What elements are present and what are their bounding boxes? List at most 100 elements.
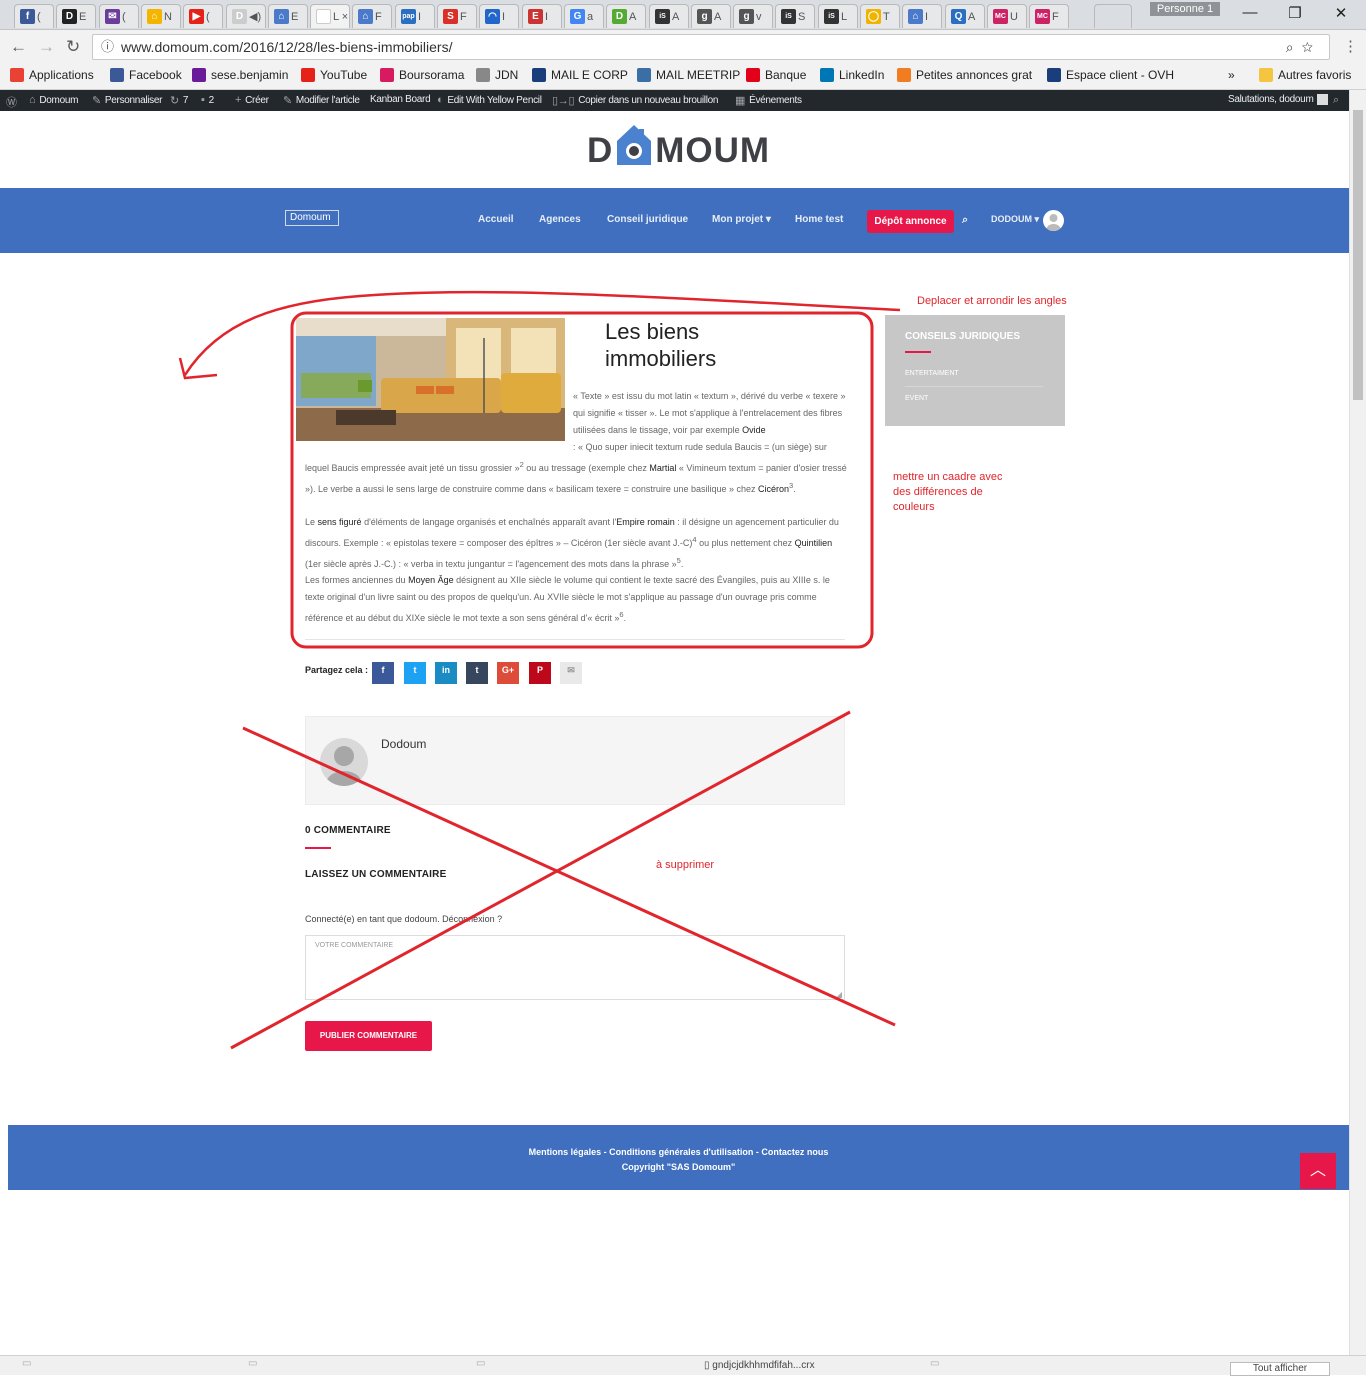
deposit-listing-button[interactable]: Dépôt annonce [867, 210, 954, 233]
logged-in-notice[interactable]: Connecté(e) en tant que dodoum. Déconnex… [305, 914, 502, 924]
browser-tab[interactable]: SF [437, 4, 477, 28]
bookmark-item[interactable]: YouTube [301, 68, 367, 82]
share-facebook-icon[interactable]: f [372, 662, 394, 684]
browser-tab[interactable]: iS S [775, 4, 815, 28]
wp-new-link[interactable]: + Créer [235, 94, 269, 106]
browser-tab[interactable]: iS A [649, 4, 689, 28]
profile-button[interactable]: Personne 1 [1150, 2, 1220, 16]
bookmark-item[interactable]: MAIL E CORP [532, 68, 628, 82]
bookmark-item[interactable]: Petites annonces grat [897, 68, 1032, 82]
sidebar-item-event[interactable]: EVENT [905, 395, 928, 402]
other-bookmarks-folder[interactable]: Autres favoris [1259, 68, 1351, 82]
small-logo-image[interactable]: Domoum [285, 210, 339, 226]
wp-updates-link[interactable]: ↻ 7 [170, 94, 189, 107]
link-ovide[interactable]: Ovide [742, 425, 766, 435]
sidebar-item-entertaiment[interactable]: ENTERTAIMENT [905, 370, 959, 377]
browser-tab[interactable]: MC U [987, 4, 1027, 28]
browser-tab[interactable]: ⌂ E [268, 4, 308, 28]
browser-tab[interactable]: ⌂ N [141, 4, 181, 28]
wp-copy-draft-link[interactable]: ▯→▯ Copier dans un nouveau brouillon [552, 94, 718, 107]
bookmark-item[interactable]: sese.benjamin [192, 68, 288, 82]
more-bookmarks-button[interactable]: » [1228, 68, 1235, 82]
browser-tab[interactable]: ⌂ I [902, 4, 942, 28]
minimize-icon[interactable]: — [1235, 4, 1265, 21]
link-martial[interactable]: Martial [649, 463, 676, 473]
wp-account-link[interactable]: Salutations, dodoum [1228, 94, 1329, 105]
download-item-icon[interactable]: ▭ [248, 1358, 257, 1369]
browser-tab[interactable]: ▶( [183, 4, 223, 28]
resize-handle-icon[interactable]: ◢ [836, 990, 842, 999]
wordpress-logo-icon[interactable]: Ⓦ [6, 94, 17, 110]
share-google-plus-icon[interactable]: G+ [497, 662, 519, 684]
show-all-downloads-button[interactable]: Tout afficher [1230, 1362, 1330, 1376]
nav-mon-projet[interactable]: Mon projet ▾ [712, 214, 771, 225]
search-icon[interactable]: ⌕ [962, 214, 968, 227]
browser-tab[interactable]: ✉( [99, 4, 139, 28]
nav-agences[interactable]: Agences [539, 214, 581, 225]
wp-site-link[interactable]: ⌂ Domoum [29, 94, 78, 106]
zoom-icon[interactable]: ⌕ [1286, 39, 1302, 55]
wp-kanban-link[interactable]: Kanban Board [370, 94, 431, 105]
bookmark-item[interactable]: Boursorama [380, 68, 464, 82]
user-avatar[interactable] [1043, 210, 1064, 231]
browser-tab[interactable]: L × [310, 4, 350, 28]
browser-tab[interactable]: ⌂ F [352, 4, 392, 28]
download-item-icon[interactable]: ▭ [476, 1358, 485, 1369]
share-pinterest-icon[interactable]: P [529, 662, 551, 684]
download-item[interactable]: ▯ gndjcjdkhhmdfifah...crx [704, 1360, 815, 1371]
domoum-logo[interactable]: D MOUM [587, 125, 770, 173]
bookmark-item[interactable]: LinkedIn [820, 68, 884, 82]
share-linkedin-icon[interactable]: in [435, 662, 457, 684]
wp-edit-post-link[interactable]: ✎ Modifier l'article [283, 94, 360, 107]
browser-tab[interactable]: DE [56, 4, 96, 28]
browser-tab[interactable]: gv [733, 4, 773, 28]
bookmark-item[interactable]: Applications [10, 68, 94, 82]
browser-tab[interactable]: ◯ T [860, 4, 900, 28]
link-ciceron[interactable]: Cicéron [758, 484, 789, 494]
browser-tab[interactable]: pap I [395, 4, 435, 28]
share-email-icon[interactable]: ✉ [560, 662, 582, 684]
restore-icon[interactable]: ❐ [1280, 4, 1310, 22]
publish-comment-button[interactable]: PUBLIER COMMENTAIRE [305, 1021, 432, 1051]
download-item-icon[interactable]: ▭ [930, 1358, 939, 1369]
browser-tab[interactable]: EI [522, 4, 562, 28]
link-sens-figure[interactable]: sens figuré [318, 517, 362, 527]
wp-yellow-pencil-link[interactable]: ◐ Edit With Yellow Pencil [437, 94, 542, 106]
link-empire-romain[interactable]: Empire romain [616, 517, 675, 527]
browser-tab[interactable]: iS L [818, 4, 858, 28]
wp-events-link[interactable]: ▦ Événements [735, 94, 802, 107]
close-window-icon[interactable]: ✕ [1326, 4, 1356, 22]
browser-tab[interactable]: MC F [1029, 4, 1069, 28]
browser-tab[interactable]: D ◀) [226, 4, 266, 28]
browser-tab[interactable]: DA [606, 4, 646, 28]
bookmark-item[interactable]: Facebook [110, 68, 182, 82]
browser-tab[interactable]: Ga [564, 4, 604, 28]
wp-search-icon[interactable]: ⌕ [1333, 94, 1339, 107]
link-quintilien[interactable]: Quintilien [795, 538, 833, 548]
menu-kebab-icon[interactable]: ⋮ [1343, 37, 1358, 55]
share-twitter-icon[interactable]: t [404, 662, 426, 684]
scrollbar-thumb[interactable] [1353, 110, 1363, 400]
browser-tab[interactable]: QA [945, 4, 985, 28]
user-menu[interactable]: DODOUM ▾ [991, 214, 1039, 225]
comment-textarea[interactable]: VOTRE COMMENTAIRE ◢ [305, 935, 845, 1000]
author-name[interactable]: Dodoum [381, 737, 426, 751]
new-tab-button[interactable] [1094, 4, 1132, 28]
forward-icon[interactable]: → [38, 37, 55, 57]
bookmark-item[interactable]: MAIL MEETRIP [637, 68, 740, 82]
browser-tab[interactable]: f( [14, 4, 54, 28]
reload-icon[interactable]: ↻ [66, 37, 80, 57]
bookmark-star-icon[interactable]: ☆ [1302, 39, 1321, 55]
nav-accueil[interactable]: Accueil [478, 214, 514, 225]
browser-tab[interactable]: ◠ I [479, 4, 519, 28]
nav-conseil-juridique[interactable]: Conseil juridique [607, 214, 688, 225]
back-icon[interactable]: ← [10, 37, 27, 57]
back-to-top-button[interactable]: ︿ [1300, 1153, 1336, 1189]
wp-comments-link[interactable]: ▪ 2 [201, 94, 214, 106]
wp-customize-link[interactable]: ✎ Personnaliser [92, 94, 162, 107]
nav-home-test[interactable]: Home test [795, 214, 843, 225]
site-info-icon[interactable]: ⓘ [101, 35, 114, 59]
bookmark-item[interactable]: Banque [746, 68, 806, 82]
share-tumblr-icon[interactable]: t [466, 662, 488, 684]
download-item-icon[interactable]: ▭ [22, 1358, 31, 1369]
